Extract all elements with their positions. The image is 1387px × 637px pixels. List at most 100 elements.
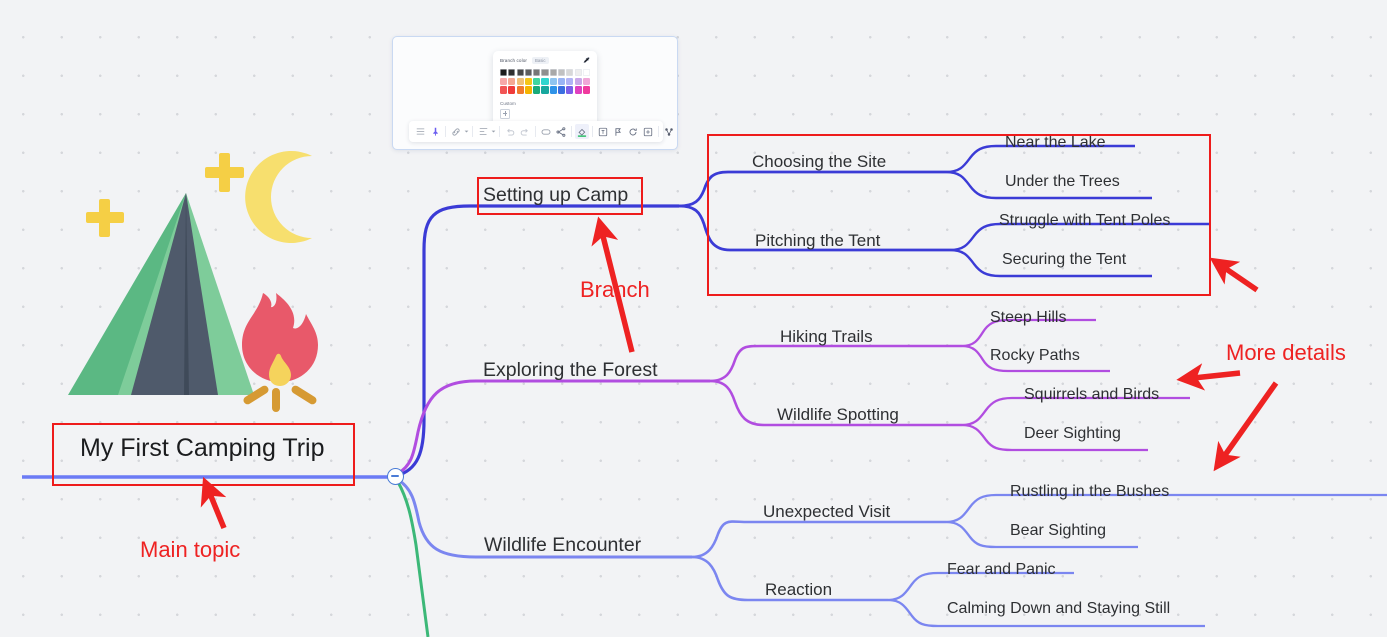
branch-line-exploring-the-forest — [396, 379, 710, 476]
branch-line-green-stub — [396, 481, 430, 637]
swatch[interactable] — [549, 77, 557, 85]
annotation-label-main-topic: Main topic — [140, 537, 241, 562]
swatch[interactable] — [574, 69, 582, 77]
swatch[interactable] — [500, 86, 508, 94]
collapse-toggle-button[interactable] — [387, 468, 404, 485]
swatch[interactable] — [524, 77, 532, 85]
add-frame-icon[interactable] — [641, 124, 655, 139]
swatch[interactable] — [566, 69, 574, 77]
swatch[interactable] — [549, 69, 557, 77]
flag-icon[interactable] — [611, 124, 625, 139]
node-hiking-trails[interactable]: Hiking Trails — [780, 328, 873, 345]
swatch[interactable] — [524, 69, 532, 77]
swatch[interactable] — [558, 69, 566, 77]
swatch[interactable] — [574, 77, 582, 85]
swatch[interactable] — [541, 69, 549, 77]
swatch[interactable] — [574, 86, 582, 94]
align-icon[interactable] — [476, 124, 490, 139]
refresh-icon[interactable] — [626, 124, 640, 139]
swatch[interactable] — [516, 77, 524, 85]
chevron-down-icon[interactable] — [464, 124, 469, 139]
camping-illustration — [58, 148, 358, 443]
sparkle-icon — [86, 199, 124, 237]
link-icon[interactable] — [449, 124, 463, 139]
branch-line-setting-up-camp — [395, 204, 679, 478]
camping-illustration-svg — [68, 151, 318, 412]
moon-icon — [245, 151, 312, 243]
node-bear-sighting[interactable]: Bear Sighting — [1010, 523, 1106, 539]
node-fear-and-panic[interactable]: Fear and Panic — [947, 562, 1056, 578]
toolbar-divider — [445, 126, 446, 137]
branch-line-hiking-trails — [709, 344, 962, 383]
toolbar-divider — [499, 126, 500, 137]
annotation-box-branch — [477, 177, 643, 215]
swatch[interactable] — [541, 77, 549, 85]
node-reaction[interactable]: Reaction — [765, 581, 832, 598]
arrow-more-details-up — [1209, 257, 1259, 293]
swatch[interactable] — [500, 69, 508, 77]
theme-icon[interactable] — [677, 124, 678, 139]
redo-icon[interactable] — [518, 124, 532, 139]
swatch[interactable] — [500, 77, 508, 85]
swatch[interactable] — [566, 86, 574, 94]
swatch[interactable] — [516, 86, 524, 94]
branch-color-popover[interactable]: Branch color Basic Custom — [493, 51, 597, 126]
node-deer-sighting[interactable]: Deer Sighting — [1024, 426, 1121, 442]
list-icon[interactable] — [413, 124, 427, 139]
node-wildlife-encounter[interactable]: Wildlife Encounter — [484, 535, 641, 556]
image-icon[interactable] — [596, 124, 610, 139]
popover-tab-basic[interactable]: Basic — [532, 57, 549, 64]
annotation-label-branch: Branch — [580, 277, 650, 302]
eyedropper-icon[interactable] — [583, 57, 590, 64]
node-exploring-the-forest[interactable]: Exploring the Forest — [483, 360, 658, 381]
undo-icon[interactable] — [503, 124, 517, 139]
branch-line-unexpected-visit — [691, 520, 946, 559]
node-calming-down-and-staying-still[interactable]: Calming Down and Staying Still — [947, 601, 1170, 617]
popover-header: Branch color Basic — [500, 57, 590, 64]
annotation-box-more-details — [707, 134, 1211, 296]
swatch[interactable] — [558, 86, 566, 94]
annotation-box-main-topic — [52, 423, 355, 486]
mindmap-canvas[interactable]: My First Camping Trip Setting up Camp Ex… — [0, 0, 1387, 637]
add-custom-color-button[interactable] — [500, 108, 510, 119]
swatch[interactable] — [558, 77, 566, 85]
annotation-label-more-details: More details — [1226, 340, 1346, 365]
node-unexpected-visit[interactable]: Unexpected Visit — [763, 503, 890, 520]
node-rocky-paths[interactable]: Rocky Paths — [990, 348, 1080, 364]
swatch[interactable] — [508, 77, 516, 85]
node-steep-hills[interactable]: Steep Hills — [990, 310, 1066, 326]
shape-icon[interactable] — [539, 124, 553, 139]
swatch[interactable] — [582, 77, 590, 85]
swatch[interactable] — [582, 86, 590, 94]
swatch[interactable] — [582, 69, 590, 77]
tent-icon — [68, 193, 254, 395]
swatch[interactable] — [524, 86, 532, 94]
swatch[interactable] — [549, 86, 557, 94]
node-squirrels-and-birds[interactable]: Squirrels and Birds — [1024, 387, 1159, 403]
pin-icon[interactable] — [428, 124, 442, 139]
custom-color-label: Custom — [500, 100, 516, 106]
swatch-row-saturated[interactable] — [500, 86, 590, 94]
swatch-row-greyscale[interactable] — [500, 69, 590, 77]
toolbar-divider — [472, 126, 473, 137]
toolbar-divider — [592, 126, 593, 137]
swatch[interactable] — [566, 77, 574, 85]
relation-icon[interactable] — [662, 124, 676, 139]
node-wildlife-spotting[interactable]: Wildlife Spotting — [777, 406, 899, 423]
node-rustling-in-the-bushes[interactable]: Rustling in the Bushes — [1010, 484, 1169, 500]
floating-editor-panel[interactable]: Branch color Basic Custom — [392, 36, 678, 150]
swatch[interactable] — [533, 69, 541, 77]
swatch[interactable] — [508, 86, 516, 94]
connector-icon[interactable] — [554, 124, 568, 139]
campfire-icon — [242, 293, 318, 412]
swatch[interactable] — [541, 86, 549, 94]
swatch-row-pastel[interactable] — [500, 77, 590, 85]
swatch[interactable] — [516, 69, 524, 77]
swatch[interactable] — [508, 69, 516, 77]
swatch[interactable] — [533, 86, 541, 94]
branch-color-icon[interactable] — [575, 124, 589, 139]
node-format-toolbar[interactable]: ··· — [409, 121, 673, 142]
sparkle-icon — [205, 153, 244, 192]
swatch[interactable] — [533, 77, 541, 85]
chevron-down-icon[interactable] — [491, 124, 496, 139]
